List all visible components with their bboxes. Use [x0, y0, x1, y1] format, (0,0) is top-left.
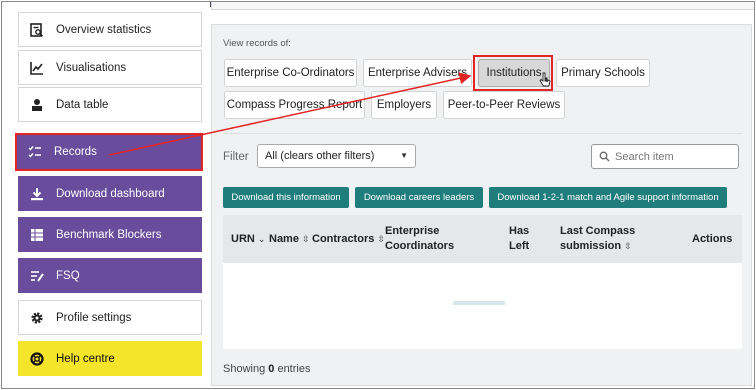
sort-icon: ⇳ — [624, 241, 632, 251]
search-icon — [599, 151, 610, 162]
sidebar-item-label: FSQ — [56, 269, 80, 282]
list-pen-icon — [29, 268, 45, 284]
sidebar-item-data-table[interactable]: Data table — [18, 87, 202, 122]
sidebar-item-label: Help centre — [56, 352, 115, 365]
entries-count: Showing 0 entries — [223, 363, 311, 375]
screenshot-frame: Overview statistics Visualisations Data … — [1, 1, 755, 389]
records-tab-employers[interactable]: Employers — [371, 91, 437, 119]
grid-icon — [29, 227, 45, 243]
sidebar-item-overview-statistics[interactable]: Overview statistics — [18, 12, 202, 47]
records-panel: View records of: Enterprise Co-Ordinator… — [211, 24, 752, 386]
divider — [223, 133, 742, 134]
table-header: URN ⌄ Name ⇳ Contractors ⇳ Enterprise Coord… — [223, 215, 742, 263]
records-tab-compass-progress-report[interactable]: Compass Progress Report — [224, 91, 365, 119]
sort-icon: ⇳ — [301, 234, 310, 244]
mouse-cursor-icon — [539, 72, 551, 91]
records-tab-enterprise-coordinators[interactable]: Enterprise Co-Ordinators — [224, 59, 357, 87]
lifebuoy-icon — [29, 351, 45, 367]
column-name[interactable]: Name ⇳ — [269, 232, 310, 247]
view-records-label: View records of: — [223, 38, 291, 49]
column-enterprise-coordinators[interactable]: Enterprise Coordinators — [385, 224, 454, 254]
caret-down-icon: ▼ — [400, 151, 408, 160]
sidebar-item-visualisations[interactable]: Visualisations — [18, 50, 202, 85]
download-careers-leaders-button[interactable]: Download careers leaders — [355, 187, 483, 208]
column-has-left[interactable]: Has Left — [509, 224, 529, 254]
download-icon — [29, 186, 45, 202]
sidebar-item-profile-settings[interactable]: Profile settings — [18, 300, 202, 335]
sidebar-item-fsq[interactable]: FSQ — [18, 258, 202, 293]
filter-value: All (clears other filters) — [265, 150, 375, 162]
records-tab-peer-to-peer-reviews[interactable]: Peer-to-Peer Reviews — [443, 91, 565, 119]
search-input[interactable]: Search item — [591, 144, 739, 169]
sidebar-item-help-centre[interactable]: Help centre — [18, 341, 202, 376]
sidebar-item-label: Visualisations — [56, 61, 127, 74]
sidebar-item-download-dashboard[interactable]: Download dashboard — [18, 176, 202, 211]
sidebar-item-label: Profile settings — [56, 311, 132, 324]
search-placeholder: Search item — [615, 150, 674, 163]
sidebar-item-label: Records — [54, 146, 97, 158]
sort-icon: ⌄ — [257, 234, 266, 244]
records-tab-primary-schools[interactable]: Primary Schools — [556, 59, 650, 87]
filter-dropdown[interactable]: All (clears other filters) ▼ — [257, 144, 416, 168]
sidebar-item-records[interactable]: Records — [15, 133, 203, 171]
column-last-compass-submission[interactable]: Last Compass submission ⇳ — [560, 224, 635, 254]
list-check-icon — [27, 144, 43, 160]
sidebar-item-label: Overview statistics — [56, 23, 152, 36]
sidebar-item-benchmark-blockers[interactable]: Benchmark Blockers — [18, 217, 202, 252]
loading-indicator — [453, 301, 505, 305]
table-body — [223, 263, 742, 349]
download-this-information-button[interactable]: Download this information — [223, 187, 349, 208]
column-contractors[interactable]: Contractors ⇳ — [312, 232, 385, 247]
sort-icon: ⇳ — [377, 234, 385, 244]
chart-icon — [29, 60, 45, 76]
column-urn[interactable]: URN ⌄ — [231, 232, 265, 247]
overview-stats-icon — [29, 22, 45, 38]
download-match-agile-button[interactable]: Download 1-2-1 match and Agile support i… — [489, 187, 727, 208]
column-actions: Actions — [692, 233, 733, 245]
panel-top-strip — [211, 2, 754, 10]
records-tab-enterprise-advisers[interactable]: Enterprise Advisers — [363, 59, 472, 87]
sidebar-item-label: Download dashboard — [56, 187, 165, 200]
sidebar-item-label: Benchmark Blockers — [56, 228, 162, 241]
user-table-icon — [29, 97, 45, 113]
sidebar-item-label: Data table — [56, 98, 109, 111]
filter-label: Filter — [223, 151, 249, 163]
gear-icon — [29, 310, 45, 326]
